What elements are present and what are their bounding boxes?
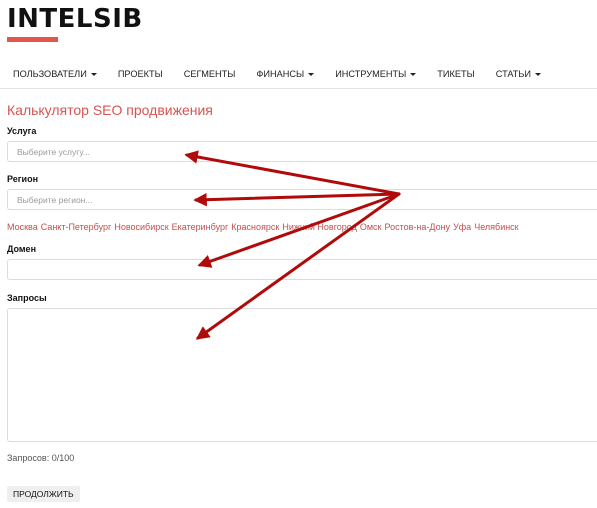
nav-item-tools[interactable]: ИНСТРУМЕНТЫ xyxy=(322,69,417,79)
caret-down-icon xyxy=(308,72,315,76)
city-link[interactable]: Нижний Новгород xyxy=(282,222,357,232)
logo-underline xyxy=(7,37,58,42)
queries-counter: Запросов: 0/100 xyxy=(7,453,75,463)
city-link[interactable]: Ростов-на-Дону xyxy=(385,222,451,232)
queries-textarea[interactable] xyxy=(7,308,597,442)
nav-item-label: ТИКЕТЫ xyxy=(437,69,475,79)
city-link[interactable]: Омск xyxy=(360,222,382,232)
nav-item-segments[interactable]: СЕГМЕНТЫ xyxy=(171,69,236,79)
service-select[interactable] xyxy=(7,141,597,162)
nav-item-label: ПОЛЬЗОВАТЕЛИ xyxy=(13,69,87,79)
nav-item-projects[interactable]: ПРОЕКТЫ xyxy=(105,69,163,79)
city-link[interactable]: Екатеринбург xyxy=(172,222,229,232)
counter-label: Запросов: xyxy=(7,453,50,463)
caret-down-icon xyxy=(90,72,97,76)
domain-input[interactable] xyxy=(7,259,597,280)
nav-item-tickets[interactable]: ТИКЕТЫ xyxy=(424,69,474,79)
caret-down-icon xyxy=(535,72,542,76)
city-link[interactable]: Челябинск xyxy=(474,222,518,232)
counter-max: 100 xyxy=(59,453,75,463)
city-link[interactable]: Уфа xyxy=(453,222,471,232)
main-nav: ПОЛЬЗОВАТЕЛИ ПРОЕКТЫ СЕГМЕНТЫ ФИНАНСЫ ИН… xyxy=(0,60,597,89)
nav-item-finance[interactable]: ФИНАНСЫ xyxy=(243,69,315,79)
service-label: Услуга xyxy=(7,126,37,136)
city-link[interactable]: Новосибирск xyxy=(114,222,168,232)
nav-item-users[interactable]: ПОЛЬЗОВАТЕЛИ xyxy=(0,69,97,79)
nav-item-label: СЕГМЕНТЫ xyxy=(183,69,236,79)
city-link[interactable]: Красноярск xyxy=(231,222,279,232)
page-title: Калькулятор SEO продвижения xyxy=(7,102,213,118)
queries-label: Запросы xyxy=(7,293,47,303)
continue-button[interactable]: ПРОДОЛЖИТЬ xyxy=(7,486,80,502)
caret-down-icon xyxy=(410,72,417,76)
city-link[interactable]: Москва xyxy=(7,222,38,232)
region-label: Регион xyxy=(7,174,38,184)
nav-item-articles[interactable]: СТАТЬИ xyxy=(483,69,542,79)
nav-item-label: ФИНАНСЫ xyxy=(256,69,305,79)
region-select[interactable] xyxy=(7,189,597,210)
domain-label: Домен xyxy=(7,244,36,254)
nav-item-label: ПРОЕКТЫ xyxy=(117,69,163,79)
city-link[interactable]: Санкт-Петербург xyxy=(41,222,112,232)
nav-item-label: СТАТЬИ xyxy=(495,69,532,79)
city-quick-links: Москва Санкт-Петербург Новосибирск Екатерин… xyxy=(7,222,522,232)
brand-logo[interactable]: INTELSIB xyxy=(7,4,143,34)
nav-item-label: ИНСТРУМЕНТЫ xyxy=(335,69,407,79)
